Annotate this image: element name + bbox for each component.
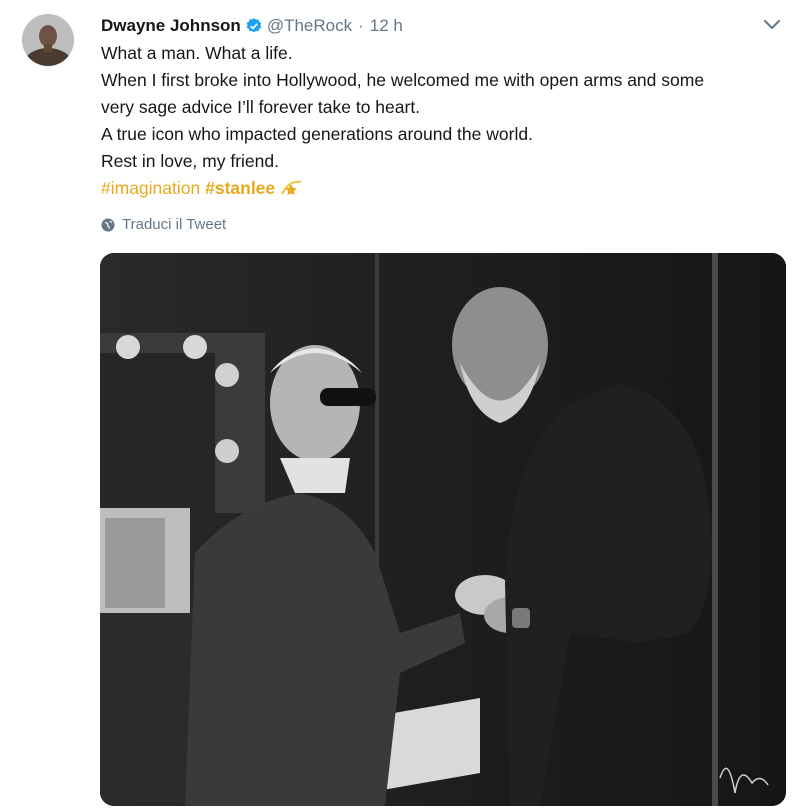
chevron-down-icon[interactable] <box>762 18 782 32</box>
tweet-text-line: very sage advice I’ll forever take to he… <box>101 97 421 117</box>
tweet-header: Dwayne Johnson @TheRock · 12 h <box>101 12 403 40</box>
tweet-text-line: When I first broke into Hollywood, he we… <box>101 70 705 90</box>
avatar[interactable] <box>22 14 74 66</box>
translate-tweet-link[interactable]: Traduci il Tweet <box>101 216 226 233</box>
tweet-text-line: Rest in love, my friend. <box>101 151 279 171</box>
author-name[interactable]: Dwayne Johnson <box>101 16 241 36</box>
globe-icon <box>101 218 115 232</box>
hashtag-stanlee[interactable]: #stanlee <box>205 178 275 198</box>
verified-badge-icon <box>245 17 263 35</box>
tweet-timestamp[interactable]: 12 h <box>370 16 403 36</box>
tweet-text: What a man. What a life. When I first br… <box>101 40 781 202</box>
hashtag-imagination[interactable]: #imagination <box>101 178 200 198</box>
translate-label: Traduci il Tweet <box>122 216 227 233</box>
tweet-card: Dwayne Johnson @TheRock · 12 h What a ma… <box>0 0 800 809</box>
star-hashflag-icon <box>279 178 303 198</box>
separator-dot: · <box>358 16 364 35</box>
hashtag-line: #imagination #stanlee <box>101 175 781 202</box>
tweet-photo[interactable] <box>100 253 786 806</box>
tweet-text-line: A true icon who impacted generations aro… <box>101 124 533 144</box>
author-handle[interactable]: @TheRock <box>267 16 352 36</box>
tweet-text-line: What a man. What a life. <box>101 43 293 63</box>
